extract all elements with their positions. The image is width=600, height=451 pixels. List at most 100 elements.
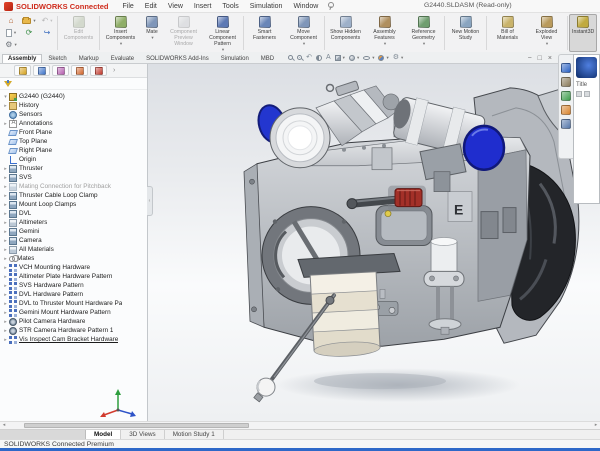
dimxpert-manager-tab[interactable]	[71, 65, 88, 76]
dropdown-arrow-icon[interactable]: ▾	[14, 29, 16, 37]
tree-item[interactable]: ▸VCH Mounting Hardware	[2, 263, 147, 272]
tree-item[interactable]: ▸DVL	[2, 209, 147, 218]
tree-item[interactable]: ▸Pilot Camera Hardware	[2, 317, 147, 326]
graphics-viewport[interactable]: E	[148, 64, 600, 421]
tree-item[interactable]: ▸Altimeter Plate Hardware Pattern	[2, 272, 147, 281]
smart-fasteners-button[interactable]: Smart Fasteners	[245, 14, 284, 52]
dynamic-annotation-views-icon[interactable]: A	[326, 54, 331, 61]
expand-arrow-icon[interactable]: ▸	[2, 238, 9, 244]
tab-sketch[interactable]: Sketch	[42, 54, 72, 63]
expand-arrow-icon[interactable]: ▸	[2, 103, 9, 109]
doc-tab-3d-views[interactable]: 3D Views	[121, 430, 164, 439]
dropdown-arrow-icon[interactable]: ▾	[423, 41, 425, 47]
options-button[interactable]: ⚙▾	[5, 41, 16, 49]
3dexperience-tile[interactable]	[576, 57, 597, 78]
tree-item[interactable]: ▸Mount Loop Clamps	[2, 200, 147, 209]
home-button[interactable]: ⌂	[9, 17, 14, 25]
tree-item[interactable]: ▸Thruster Cable Loop Clamp	[2, 191, 147, 200]
exploded-view-button[interactable]: Exploded View▾	[527, 14, 566, 52]
file-explorer-icon[interactable]	[561, 91, 571, 101]
bill-of-materials-button[interactable]: Bill of Materials	[488, 14, 527, 52]
assembly-features-button[interactable]: Assembly Features▾	[365, 14, 404, 52]
forward-button[interactable]: ↪	[44, 29, 51, 37]
tab-markup[interactable]: Markup	[73, 54, 105, 63]
expand-arrow-icon[interactable]: ▸	[2, 328, 9, 334]
display-manager-tab[interactable]	[90, 65, 107, 76]
expand-arrow-icon[interactable]: ▸	[2, 229, 9, 235]
dropdown-arrow-icon[interactable]: ▾	[386, 55, 388, 61]
menu-tools[interactable]: Tools	[222, 3, 238, 10]
assembly-model-3d[interactable]: E	[148, 64, 600, 421]
panel-collapse-handle[interactable]: ‹	[147, 186, 153, 216]
tree-item[interactable]: ▸Gemini Mount Hardware Pattern	[2, 308, 147, 317]
tab-evaluate[interactable]: Evaluate	[105, 54, 140, 63]
tree-item[interactable]: ▸Annotations	[2, 119, 147, 128]
tree-item[interactable]: Front Plane	[2, 128, 147, 137]
tree-item[interactable]: Sensors	[2, 110, 147, 119]
dropdown-arrow-icon[interactable]: ▾	[546, 41, 548, 47]
expand-arrow-icon[interactable]: ▸	[2, 247, 9, 253]
menu-file[interactable]: File	[123, 3, 134, 10]
tree-item[interactable]: ▸Vis Inspect Cam Bracket Hardware	[2, 335, 147, 344]
display-style-icon[interactable]: ▾	[349, 55, 359, 61]
insert-components-button[interactable]: Insert Components▾	[101, 14, 140, 52]
expand-arrow-icon[interactable]: ▸	[2, 283, 9, 289]
tree-item[interactable]: ▸Mates	[2, 254, 147, 263]
tree-item[interactable]: ▸History	[2, 101, 147, 110]
undo-button[interactable]: ↶▾	[42, 17, 53, 25]
expand-arrow-icon[interactable]: ▸	[2, 121, 9, 127]
dropdown-arrow-icon[interactable]: ▾	[343, 55, 345, 61]
dropdown-arrow-icon[interactable]: ▾	[401, 55, 403, 61]
menu-edit[interactable]: Edit	[145, 3, 157, 10]
tree-item[interactable]: Origin	[2, 155, 147, 164]
menu-insert[interactable]: Insert	[194, 3, 212, 10]
view-orientation-icon[interactable]: ▾	[335, 55, 345, 61]
expand-arrow-icon[interactable]: ▸	[2, 175, 9, 181]
mate-button[interactable]: Mate▾	[140, 14, 164, 52]
tree-item[interactable]: Top Plane	[2, 137, 147, 146]
tree-item[interactable]: ▸Mating Connection for Pitchback	[2, 182, 147, 191]
tree-item[interactable]: ▸SVS	[2, 173, 147, 182]
scroll-left-arrow[interactable]: ◂	[0, 422, 8, 429]
previous-view-icon[interactable]: ↶	[306, 54, 312, 61]
dropdown-arrow-icon[interactable]: ▾	[384, 41, 386, 47]
expand-arrow-icon[interactable]: ▸	[2, 256, 9, 262]
tree-root-item[interactable]: ▾G2440 (G2440)	[2, 92, 147, 101]
expand-arrow-icon[interactable]: ▸	[2, 166, 9, 172]
expand-arrow-icon[interactable]: ▸	[2, 319, 9, 325]
restore-window-button[interactable]: □	[538, 55, 542, 63]
tab-mbd[interactable]: MBD	[255, 54, 280, 63]
view-settings-icon[interactable]: ⚙▾	[393, 54, 404, 61]
menu-view[interactable]: View	[168, 3, 183, 10]
propertymanager-tab[interactable]	[33, 65, 50, 76]
expand-arrow-icon[interactable]: ▸	[2, 310, 9, 316]
expand-arrow-icon[interactable]: ▸	[2, 301, 9, 307]
scroll-right-arrow[interactable]: ▸	[592, 422, 600, 429]
edit-appearance-icon[interactable]: ▾	[378, 55, 388, 61]
expand-arrow-icon[interactable]: ▸	[2, 292, 9, 298]
tree-item[interactable]: ▸SVS Hardware Pattern	[2, 281, 147, 290]
dropdown-arrow-icon[interactable]: ▾	[50, 17, 52, 25]
dropdown-arrow-icon[interactable]: ▾	[357, 55, 359, 61]
reference-geometry-button[interactable]: Reference Geometry▾	[404, 14, 443, 52]
linear-component-pattern-button[interactable]: Linear Component Pattern▾	[203, 14, 242, 52]
doc-tab-motion-study-1[interactable]: Motion Study 1	[165, 430, 224, 439]
view-palette-icon[interactable]	[561, 119, 571, 129]
tree-item[interactable]: ▸Gemini	[2, 227, 147, 236]
featuremanager-tree-tab[interactable]	[14, 65, 31, 76]
dropdown-arrow-icon[interactable]: ▾	[372, 55, 374, 61]
tree-item[interactable]: ▸Thruster	[2, 164, 147, 173]
doc-tab-model[interactable]: Model	[86, 430, 121, 439]
tree-item[interactable]: ▸STR Camera Hardware Pattern 1	[2, 326, 147, 335]
show-hidden-components-button[interactable]: Show Hidden Components	[326, 14, 365, 52]
tree-item[interactable]: Right Plane	[2, 146, 147, 155]
minimize-window-button[interactable]: −	[528, 55, 532, 63]
section-view-icon[interactable]	[316, 55, 322, 61]
appearances-icon[interactable]	[561, 105, 571, 115]
expand-arrow-icon[interactable]: ▸	[2, 274, 9, 280]
horizontal-scrollbar[interactable]: ◂ ▸	[0, 421, 600, 429]
tab-solidworks-add-ins[interactable]: SOLIDWORKS Add-Ins	[140, 54, 215, 63]
tab-assembly[interactable]: Assembly	[2, 54, 42, 63]
expand-arrow-icon[interactable]: ▸	[2, 211, 9, 217]
3dexperience-icon[interactable]	[561, 63, 571, 73]
